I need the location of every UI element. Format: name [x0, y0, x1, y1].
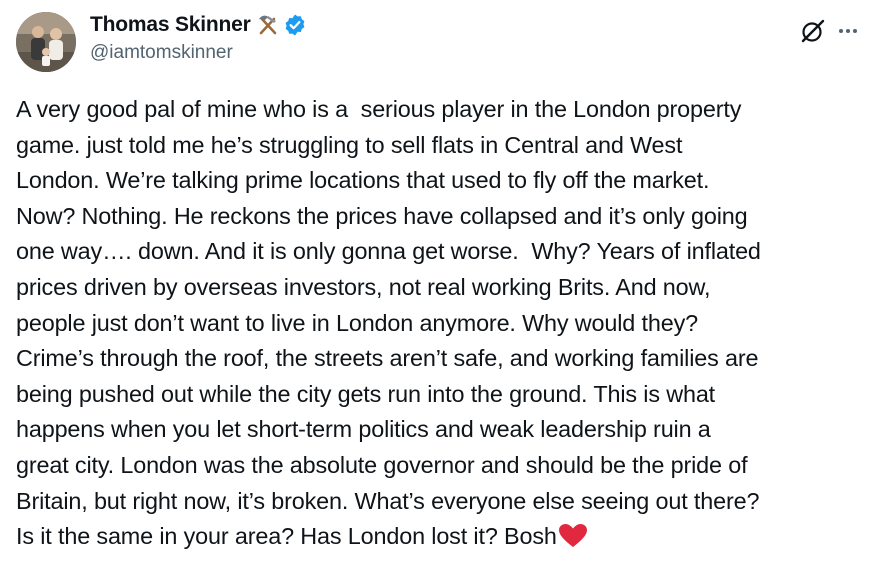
handle[interactable]: @iamtomskinner [90, 42, 307, 64]
verified-icon[interactable] [283, 13, 307, 37]
author-block: Thomas Skinner @iamtomskinner [90, 12, 307, 64]
grok-icon[interactable] [800, 18, 826, 44]
header-actions [800, 18, 860, 44]
tweet-line: A very good pal of mine who is a serious… [16, 96, 742, 122]
tweet-line: one way…. down. And it is only gonna get… [16, 238, 761, 265]
tweet[interactable]: Thomas Skinner @iamtomskinner A very goo… [0, 0, 874, 572]
tweet-line: being pushed out while the city gets run… [16, 380, 716, 407]
tweet-line: prices driven by overseas investors, not… [16, 273, 711, 300]
hammer-and-pick-icon [256, 13, 280, 37]
tweet-line: Britain, but right now, it’s broken. Wha… [16, 487, 760, 514]
red-heart-icon [558, 523, 588, 549]
avatar[interactable] [16, 12, 76, 72]
name-row: Thomas Skinner [90, 12, 307, 38]
tweet-text: A very good pal of mine who is a serious… [16, 92, 868, 555]
more-icon[interactable] [836, 19, 860, 43]
tweet-line: Now? Nothing. He reckons the prices have… [16, 202, 748, 229]
tweet-line: happens when you let short-term politics… [16, 416, 711, 443]
tweet-line: game. just told me he’s struggling to se… [16, 131, 683, 158]
tweet-line: great city. London was the absolute gove… [16, 451, 748, 478]
display-name[interactable]: Thomas Skinner [90, 13, 251, 37]
tweet-line: people just don’t want to live in London… [16, 309, 698, 336]
tweet-line: London. We’re talking prime locations th… [16, 167, 710, 194]
avatar-photo [16, 12, 76, 72]
tweet-line: Crime’s through the roof, the streets ar… [16, 345, 759, 372]
tweet-line: Is it the same in your area? Has London … [16, 523, 557, 550]
